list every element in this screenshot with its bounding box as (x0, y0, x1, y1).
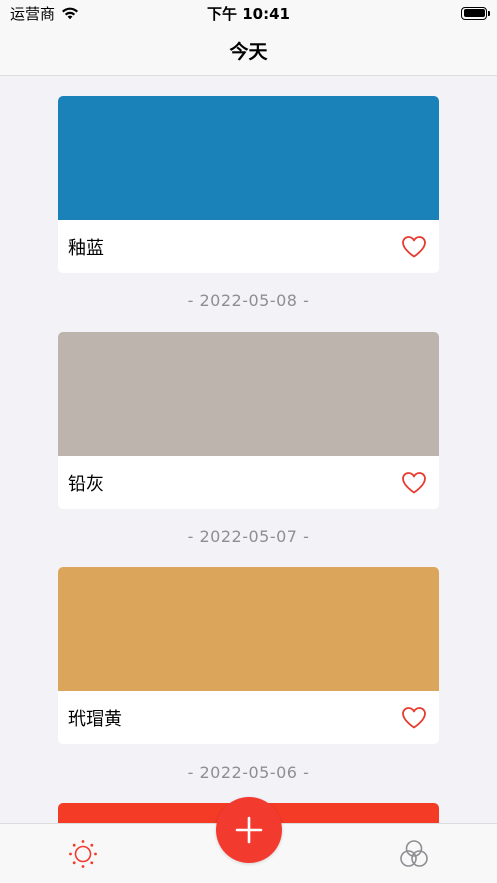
status-bar: 运营商 下午 10:41 (0, 0, 497, 26)
color-name: 玳瑁黄 (68, 708, 122, 730)
card-footer: 玳瑁黄 (58, 691, 439, 744)
date-label: - 2022-05-07 - (187, 527, 310, 546)
color-swatch[interactable] (58, 567, 439, 691)
color-name: 釉蓝 (68, 237, 104, 259)
card-footer: 铅灰 (58, 456, 439, 509)
heart-icon[interactable] (401, 706, 427, 730)
plus-icon (235, 816, 263, 844)
card-footer: 釉蓝 (58, 220, 439, 273)
battery-level (463, 9, 485, 17)
color-card[interactable]: 铅灰 (58, 332, 439, 509)
add-button[interactable] (216, 797, 282, 863)
wifi-icon (62, 7, 79, 20)
color-card[interactable]: 釉蓝 (58, 96, 439, 273)
heart-icon[interactable] (401, 235, 427, 259)
sun-icon[interactable] (67, 838, 99, 870)
page-title: 今天 (229, 41, 268, 63)
color-swatch[interactable] (58, 96, 439, 220)
color-name: 铅灰 (68, 473, 104, 495)
heart-icon[interactable] (401, 471, 427, 495)
status-left: 运营商 (10, 3, 79, 24)
date-label: - 2022-05-08 - (187, 291, 310, 310)
color-circles-icon[interactable] (398, 838, 430, 870)
color-card[interactable]: 玳瑁黄 (58, 567, 439, 744)
carrier-label: 运营商 (10, 4, 56, 23)
date-label: - 2022-05-06 - (187, 763, 310, 782)
color-feed[interactable]: 釉蓝 - 2022-05-08 - 铅灰 - 2022-05-07 - 玳瑁黄 … (0, 77, 497, 823)
battery-icon (461, 6, 490, 20)
navigation-bar: 今天 (0, 26, 497, 76)
color-swatch[interactable] (58, 332, 439, 456)
